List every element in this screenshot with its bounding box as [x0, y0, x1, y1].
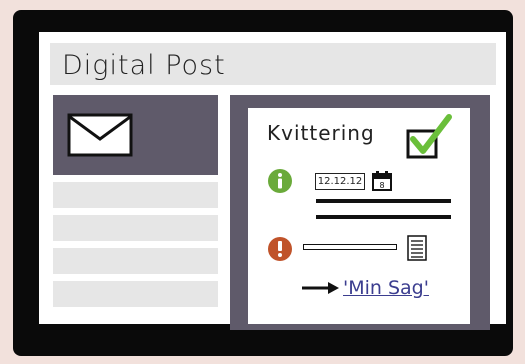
- document-icon[interactable]: [406, 234, 428, 262]
- app-header: Digital Post: [50, 43, 496, 85]
- date-field: 12.12.12: [315, 173, 365, 190]
- info-icon: [268, 169, 292, 193]
- app-title: Digital Post: [62, 50, 226, 81]
- exclamation-icon: [268, 237, 292, 261]
- envelope-icon: [67, 113, 133, 157]
- text-line: [316, 199, 451, 203]
- sidebar-item[interactable]: [53, 182, 218, 208]
- sidebar-item[interactable]: [53, 248, 218, 274]
- min-sag-link[interactable]: 'Min Sag': [343, 277, 429, 299]
- input-field[interactable]: [303, 244, 397, 250]
- receipt-title: Kvittering: [267, 121, 375, 145]
- checkbox-checked-icon[interactable]: [405, 113, 453, 159]
- sidebar-item[interactable]: [53, 215, 218, 241]
- text-line: [316, 215, 451, 219]
- sidebar-item-inbox[interactable]: [53, 95, 218, 175]
- sidebar-item[interactable]: [53, 281, 218, 307]
- arrow-right-icon: [302, 282, 339, 294]
- calendar-icon[interactable]: 8: [371, 170, 393, 192]
- calendar-day: 8: [379, 181, 384, 190]
